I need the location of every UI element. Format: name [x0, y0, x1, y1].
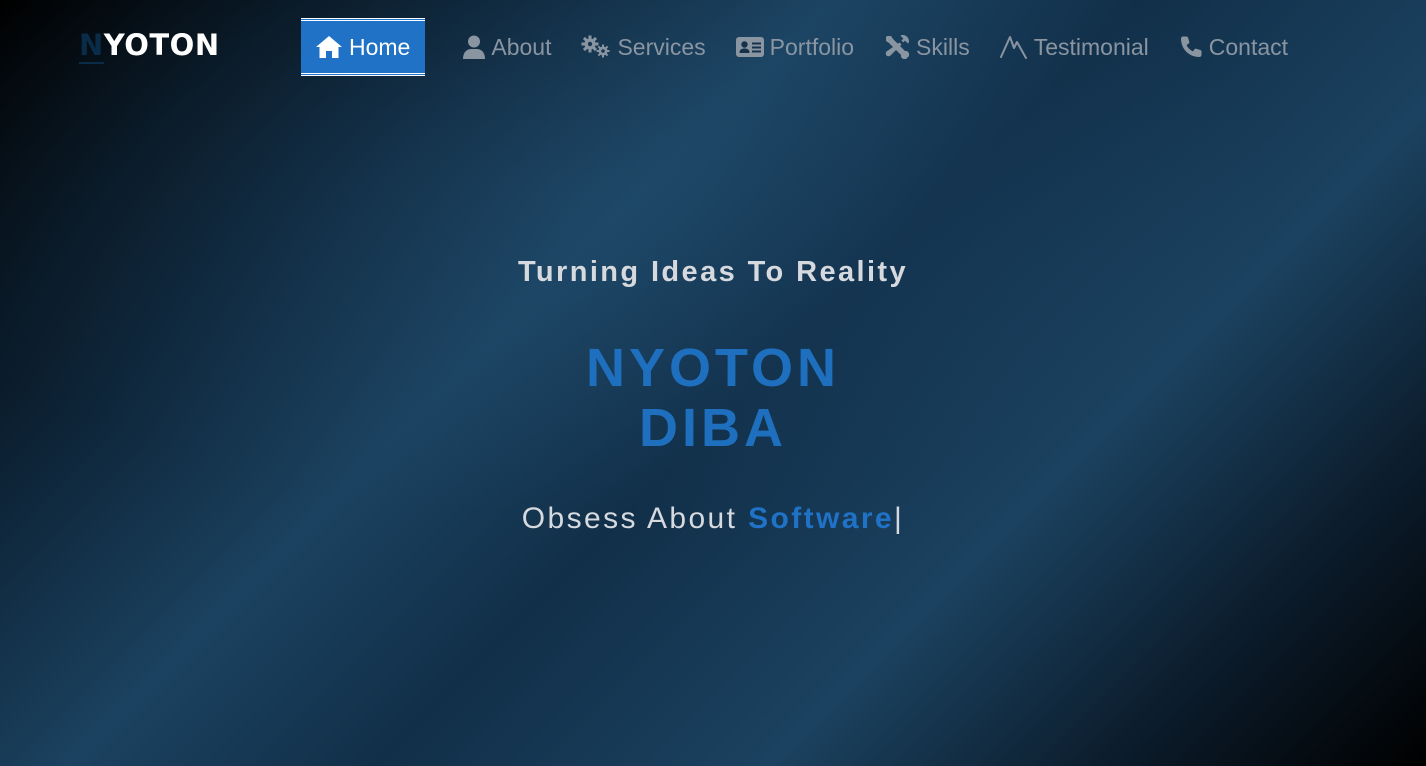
hero-section: Turning Ideas To Reality NYOTON DIBA Obs… — [0, 0, 1426, 766]
hero-name-line2: DIBA — [639, 398, 787, 458]
hero-name: NYOTON DIBA — [0, 338, 1426, 458]
hero-tagline: Turning Ideas To Reality — [517, 256, 909, 288]
hero-subline: Obsess About Software| — [0, 502, 1426, 536]
subline-prefix: Obsess About — [521, 502, 749, 535]
typing-cursor: | — [894, 502, 905, 535]
typing-text: Software — [748, 502, 895, 535]
hero-name-line1: NYOTON — [585, 338, 841, 398]
